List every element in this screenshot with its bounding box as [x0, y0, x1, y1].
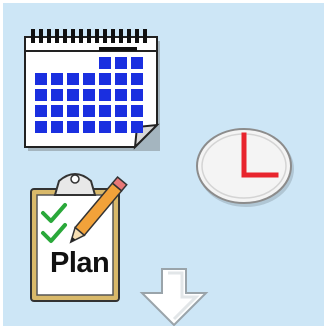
calendar-day-cell [35, 89, 47, 101]
calendar-day-cell [51, 105, 63, 117]
calendar-day-cell [131, 121, 143, 133]
calendar-day-cell [83, 73, 95, 85]
calendar-day-cell [99, 57, 111, 69]
calendar-day-cell [51, 121, 63, 133]
calendar-day-cell [131, 57, 143, 69]
calendar-day-cell [115, 121, 127, 133]
clock-icon[interactable] [194, 121, 306, 209]
calendar-day-cell [35, 73, 47, 85]
calendar-day-cell [67, 105, 79, 117]
calendar-day-cell [67, 121, 79, 133]
calendar-day-cell [115, 73, 127, 85]
calendar-day-cell [115, 57, 127, 69]
calendar-icon[interactable] [21, 27, 167, 155]
calendar-day-cell [35, 105, 47, 117]
calendar-day-cell [131, 105, 143, 117]
calendar-day-cell [99, 105, 111, 117]
calendar-day-cell [67, 89, 79, 101]
calendar-day-cell [99, 73, 111, 85]
calendar-day-cell [131, 89, 143, 101]
calendar-day-cell [83, 105, 95, 117]
calendar-day-cell [67, 73, 79, 85]
calendar-day-cell [115, 105, 127, 117]
calendar-day-cell [51, 73, 63, 85]
icon-panel: Plan [0, 0, 324, 326]
calendar-day-cell [115, 89, 127, 101]
calendar-day-cell [83, 89, 95, 101]
down-arrow-icon[interactable] [138, 265, 214, 326]
plan-label: Plan [50, 247, 110, 279]
calendar-day-cell [83, 121, 95, 133]
calendar-day-cell [35, 121, 47, 133]
plan-clipboard-icon[interactable]: Plan [25, 169, 143, 305]
calendar-day-cell [99, 89, 111, 101]
calendar-day-cell [51, 89, 63, 101]
calendar-day-cell [99, 121, 111, 133]
calendar-day-cell [131, 73, 143, 85]
